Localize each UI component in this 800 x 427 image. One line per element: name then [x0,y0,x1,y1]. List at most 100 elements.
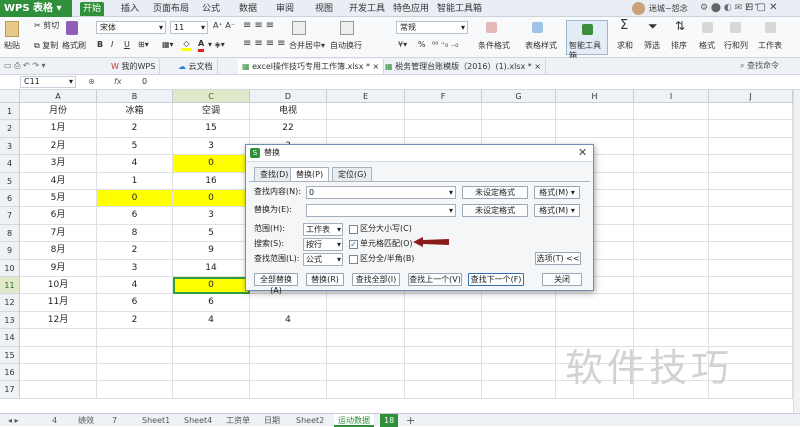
font-select[interactable]: 宋体 ▾ [96,21,166,34]
column-header-c[interactable]: C [173,90,250,103]
tab-formula[interactable]: 公式 [199,2,223,16]
cell-c[interactable]: 6 [173,294,250,312]
cell-b[interactable]: 1 [97,172,173,190]
sheet-tab-active[interactable]: 运动数据 [334,414,374,427]
width-checkbox[interactable] [349,255,358,264]
sheet-tab[interactable]: Sheet2 [292,414,328,427]
tab-home[interactable]: 开始 [80,2,105,16]
cell-empty[interactable] [709,259,793,277]
cell-a[interactable]: 月份 [20,103,97,121]
cell-b[interactable] [97,346,173,364]
cell-d[interactable] [250,346,327,364]
find-next-button[interactable]: 查找下一个(F) [468,273,524,286]
cell-empty[interactable] [482,294,556,312]
decimal-icons[interactable]: ⁰⁰ ⁺₀ ₋₀ [432,40,458,50]
cell-a[interactable]: 9月 [20,259,97,277]
find-all-button[interactable]: 查找全部(I) [352,273,400,286]
format-painter-label[interactable]: 格式刷 [62,41,86,51]
sheet-tab[interactable]: 4 [48,414,61,427]
cell-c[interactable]: 15 [173,120,250,138]
app-menu-button[interactable]: WPS 表格 ▾ [0,0,72,17]
row-header[interactable]: 6 [0,190,20,208]
align-top-icons[interactable]: ≡≡≡ [243,21,277,31]
sheet-nav-icons[interactable]: ◂ ▸ [4,414,23,427]
tab-features[interactable]: 特色应用 [390,2,432,16]
column-header-b[interactable]: B [97,90,173,103]
row-header[interactable]: 1 [0,103,20,121]
cell-b[interactable]: 6 [97,207,173,225]
cell-d[interactable]: 4 [250,311,327,330]
cell-empty[interactable] [405,103,482,121]
cell-empty[interactable] [405,311,482,330]
worksheet-button[interactable]: 工作表 [758,41,782,51]
cell-empty[interactable] [634,294,709,312]
formula-input[interactable]: 0 [142,77,147,87]
smart-toolbox-button[interactable]: 智能工具箱 [566,20,608,60]
cell-empty[interactable] [327,311,405,330]
format-button[interactable]: 格式 [699,41,715,51]
sheet-tab[interactable]: 绩效 [74,414,98,427]
cell-d[interactable] [250,294,327,312]
cell-b[interactable]: 4 [97,155,173,173]
cell-b[interactable]: 8 [97,224,173,243]
row-header[interactable]: 8 [0,224,20,243]
row-header[interactable]: 12 [0,294,20,312]
cell-a[interactable]: 8月 [20,242,97,260]
cell-b[interactable]: 0 [97,190,173,208]
column-header-f[interactable]: F [405,90,482,103]
cell-empty[interactable] [405,381,482,399]
sheet-tab[interactable]: 7 [108,414,121,427]
cell-b[interactable]: 2 [97,242,173,260]
select-all-corner[interactable] [0,90,20,103]
cell-c[interactable] [173,329,250,347]
cell-empty[interactable] [482,329,556,347]
border-icon[interactable]: ⊞▾ [138,40,149,50]
user-name[interactable]: 迷城~怨念 [649,4,688,14]
wrap-button[interactable]: 自动换行 [330,41,362,51]
cell-empty[interactable] [634,103,709,121]
font-size-select[interactable]: 11 ▾ [170,21,208,34]
tab-file-excel-tips[interactable]: ▦ excel操作技巧专用工作簿.xlsx * × [238,59,385,74]
percent-button[interactable]: % [418,40,426,50]
tab-data[interactable]: 数据 [236,2,260,16]
row-header[interactable]: 7 [0,207,20,225]
cell-empty[interactable] [327,381,405,399]
cell-d[interactable]: 22 [250,120,327,138]
sort-icon[interactable]: ⇅ [675,20,685,32]
row-header[interactable]: 5 [0,172,20,190]
fx-icon[interactable]: fx [114,77,122,87]
column-header-i[interactable]: I [634,90,709,103]
cell-empty[interactable] [709,277,793,295]
conditional-format-icon[interactable] [486,22,497,33]
replace-format-button[interactable]: 格式(M) ▾ [534,204,580,217]
number-format-select[interactable]: 常规 ▾ [396,21,468,34]
tab-replace[interactable]: 替换(P) [290,167,330,182]
cut-button[interactable]: ✂ 剪切 [34,21,59,31]
column-header-d[interactable]: D [250,90,327,103]
row-header[interactable]: 9 [0,242,20,260]
search-command[interactable]: ⌕ 查找命令 [740,61,779,71]
cell-b[interactable]: 4 [97,277,173,295]
row-header[interactable]: 11 [0,277,20,295]
cell-empty[interactable] [482,381,556,399]
scope-select[interactable]: 工作表 ▾ [303,223,343,236]
search-select[interactable]: 按行 ▾ [303,238,343,251]
cell-b[interactable]: 冰箱 [97,103,173,121]
cell-empty[interactable] [405,120,482,138]
options-button[interactable]: 选项(T) << [535,252,581,265]
cell-empty[interactable] [634,242,709,260]
cell-empty[interactable] [556,294,634,312]
cell-b[interactable] [97,381,173,399]
tab-my-wps[interactable]: W 我的WPS [107,59,161,74]
row-header[interactable]: 10 [0,259,20,277]
cell-c[interactable] [173,346,250,364]
window-controls[interactable]: ⊟ ▢ ✕ [745,2,778,13]
cell-empty[interactable] [327,294,405,312]
cell-empty[interactable] [634,207,709,225]
tab-find[interactable]: 查找(D) [254,167,295,181]
tab-cloud-docs[interactable]: ☁ 云文档 [174,59,218,74]
cell-empty[interactable] [709,137,793,156]
conditional-format-button[interactable]: 条件格式 [478,41,510,51]
find-prev-button[interactable]: 查找上一个(V) [408,273,462,286]
copy-button[interactable]: ⧉ 复制 [34,41,58,51]
